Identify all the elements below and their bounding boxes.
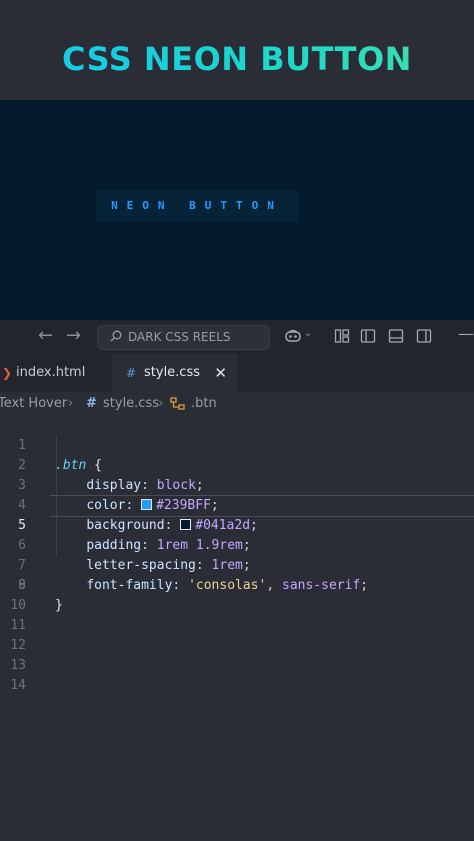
command-search-input[interactable]: DARK CSS REELS <box>97 325 270 350</box>
breadcrumb: Text Hover › # style.css › .btn <box>0 392 474 416</box>
code-line-active: 5 padding: 1rem 1.9rem; <box>0 496 474 553</box>
code-line: 4 background: #041a2d; <box>0 476 474 533</box>
code-editor[interactable]: 1 .btn { 2 display: block; 3 color: #239… <box>0 416 474 841</box>
arrow-right-icon[interactable]: → <box>66 326 81 346</box>
code-line: 2 display: block; <box>0 436 474 493</box>
preview-area: NEON BUTTON <box>0 100 474 320</box>
line-number: 12 <box>10 638 26 653</box>
tab-index-html[interactable]: ❯ index.html <box>0 354 112 392</box>
line-number: 11 <box>10 618 26 633</box>
code-line: 8 } <box>0 556 474 613</box>
tab-label: style.css <box>144 365 200 380</box>
title-banner: CSS NEON BUTTON <box>0 0 474 100</box>
breadcrumb-file[interactable]: style.css <box>103 392 159 416</box>
toggle-panel-icon[interactable] <box>388 328 404 344</box>
chevron-down-icon[interactable]: ⌄ <box>304 328 312 339</box>
neon-button[interactable]: NEON BUTTON <box>96 190 298 222</box>
editor-tabs: ❯ index.html # style.css ✕ <box>0 354 474 392</box>
arrow-left-icon[interactable]: ← <box>38 326 53 346</box>
chevron-right-icon: › <box>68 396 74 411</box>
breadcrumb-selector[interactable]: .btn <box>191 392 217 416</box>
code-line: 14 <box>0 676 474 696</box>
line-number: 9 <box>18 578 26 593</box>
code-line: 6 letter-spacing: 1rem; <box>0 516 474 573</box>
line-number: 13 <box>10 658 26 673</box>
code-line: 13 <box>0 656 474 676</box>
code-line: 7 font-family: 'consolas', sans-serif; <box>0 536 474 593</box>
code-line: 11 <box>0 616 474 636</box>
page-title: CSS NEON BUTTON <box>0 40 474 78</box>
tab-style-css[interactable]: # style.css ✕ <box>112 354 237 392</box>
close-icon[interactable]: ✕ <box>214 354 227 392</box>
line-number: 10 <box>10 598 26 613</box>
minimize-icon[interactable]: — <box>458 324 474 343</box>
layout-customize-icon[interactable] <box>334 328 350 344</box>
css-file-icon: # <box>86 396 97 411</box>
tab-label: index.html <box>16 365 86 380</box>
html-file-icon: ❯ <box>2 366 13 380</box>
editor-titlebar: ← → DARK CSS REELS ⌄ — <box>0 320 474 354</box>
css-file-icon: # <box>126 366 137 380</box>
search-placeholder: DARK CSS REELS <box>128 330 231 344</box>
breadcrumb-folder[interactable]: Text Hover <box>0 392 67 416</box>
toggle-secondary-sidebar-icon[interactable] <box>416 328 432 344</box>
selector-symbol-icon <box>170 397 185 410</box>
copilot-icon[interactable] <box>284 328 302 344</box>
code-line: 1 .btn { <box>0 416 474 473</box>
code-line: 10 <box>0 596 474 616</box>
code-line: 9 <box>0 576 474 596</box>
line-number: 14 <box>10 678 26 693</box>
code-line: 12 <box>0 636 474 656</box>
code-line: 3 color: #239BFF; <box>0 456 474 513</box>
toggle-primary-sidebar-icon[interactable] <box>360 328 376 344</box>
chevron-right-icon: › <box>158 396 164 411</box>
search-icon <box>110 330 122 342</box>
